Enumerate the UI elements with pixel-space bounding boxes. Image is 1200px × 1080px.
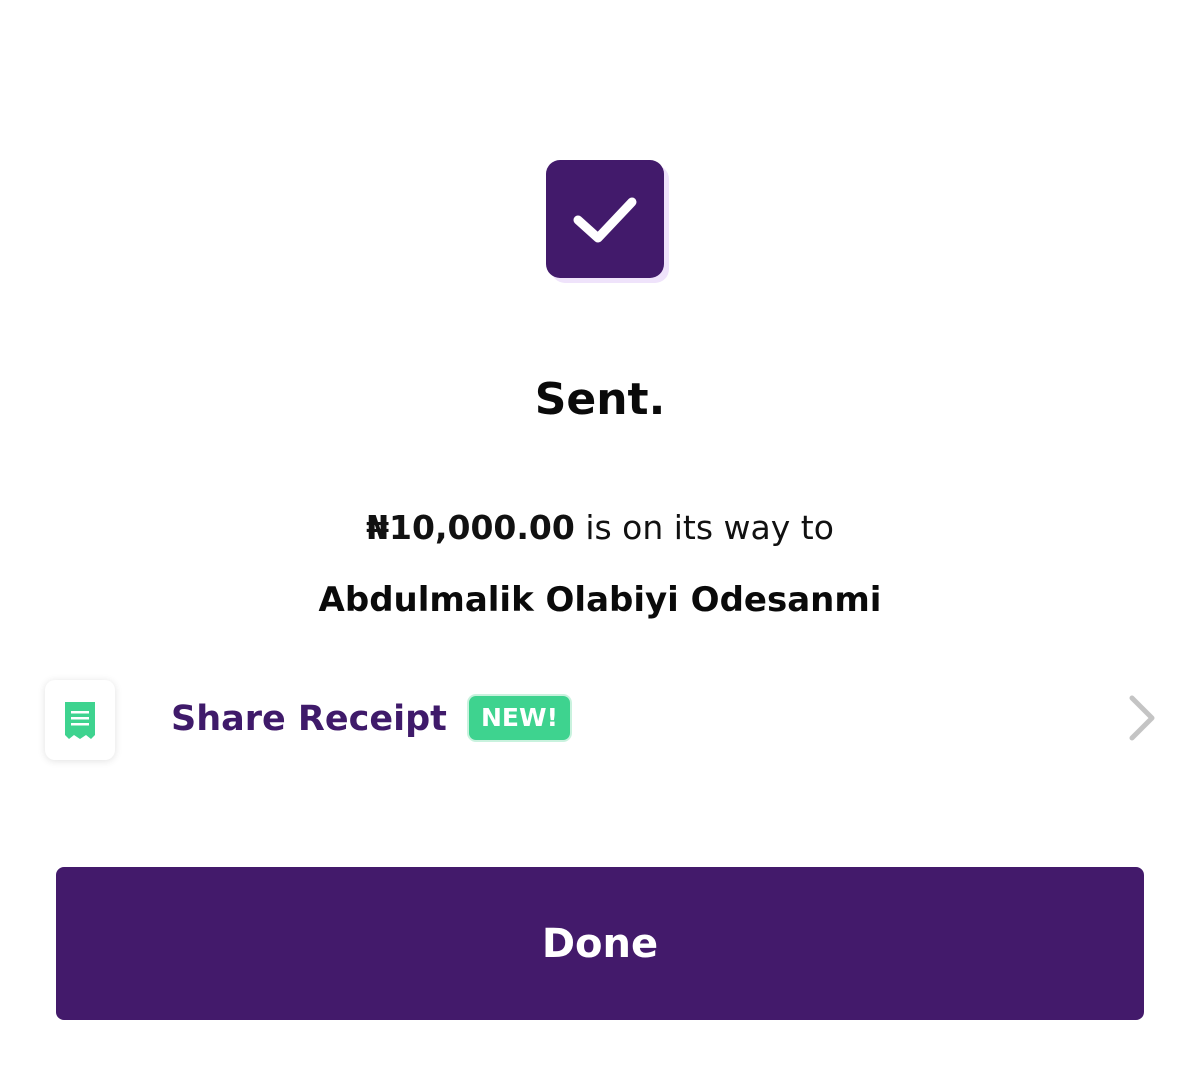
- recipient-name: Abdulmalik Olabiyi Odesanmi: [318, 580, 882, 620]
- success-icon-container: [546, 160, 669, 283]
- new-badge: NEW!: [469, 696, 570, 740]
- transfer-message: ₦10,000.00 is on its way to: [0, 505, 1200, 551]
- share-receipt-label: Share Receipt: [171, 699, 447, 739]
- transfer-message-text: is on its way to: [574, 508, 834, 547]
- done-button[interactable]: Done: [56, 867, 1144, 1020]
- check-icon: [546, 160, 664, 278]
- page-title: Sent.: [534, 374, 666, 425]
- share-receipt-row[interactable]: Share Receipt NEW!: [45, 680, 1160, 760]
- receipt-icon-tile: [45, 680, 115, 760]
- chevron-right-icon: [1129, 695, 1155, 741]
- receipt-icon: [65, 702, 95, 739]
- transfer-amount: ₦10,000.00: [366, 508, 575, 547]
